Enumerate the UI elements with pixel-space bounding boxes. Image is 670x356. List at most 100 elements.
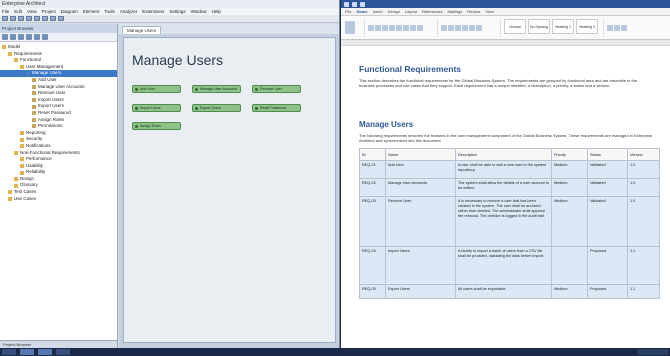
save-icon[interactable] xyxy=(344,1,349,7)
tree-item[interactable]: Manage User Accounts xyxy=(0,84,117,91)
tree-item[interactable]: Import Users xyxy=(0,97,117,104)
tree-item[interactable]: Usability xyxy=(0,163,117,170)
tree-item[interactable]: Reset Password xyxy=(0,110,117,117)
superscript-icon[interactable] xyxy=(403,24,409,31)
tab-layout[interactable]: Layout xyxy=(405,9,417,14)
tree-item[interactable]: Reporting xyxy=(0,130,117,137)
tree-item[interactable]: Export Users xyxy=(0,103,117,110)
highlight-icon[interactable] xyxy=(417,24,423,31)
cut-icon[interactable] xyxy=(26,16,32,21)
menu-help[interactable]: Help xyxy=(212,9,221,14)
subscript-icon[interactable] xyxy=(396,24,402,31)
requirement-element[interactable]: Remove User xyxy=(252,85,301,93)
align-center-icon[interactable] xyxy=(462,24,468,31)
tab-home[interactable]: Home xyxy=(356,9,367,14)
diagram-canvas[interactable]: Manage Users Add User Manage User Accoun… xyxy=(123,37,336,343)
new-package-icon[interactable] xyxy=(2,34,8,40)
tab-manage-users[interactable]: Manage Users xyxy=(122,26,162,34)
tree-item[interactable]: Add User xyxy=(0,77,117,84)
properties-icon[interactable] xyxy=(42,34,48,40)
requirement-element[interactable]: Assign Roles xyxy=(132,122,181,130)
requirement-element[interactable]: Manage User Accounts xyxy=(192,85,241,93)
requirement-element[interactable]: Reset Password xyxy=(252,104,301,112)
redo-icon[interactable] xyxy=(58,16,64,21)
align-left-icon[interactable] xyxy=(455,24,461,31)
menu-edit[interactable]: Edit xyxy=(14,9,22,14)
menu-extensions[interactable]: Extensions xyxy=(142,9,164,14)
menu-tools[interactable]: Tools xyxy=(104,9,115,14)
select-icon[interactable] xyxy=(621,24,627,31)
tree-item[interactable]: Assign Roles xyxy=(0,117,117,124)
tree-item[interactable]: Security xyxy=(0,136,117,143)
paste-icon[interactable] xyxy=(345,21,355,34)
menu-project[interactable]: Project xyxy=(42,9,56,14)
browser-footer-tab[interactable]: Project Browser xyxy=(0,340,117,348)
align-right-icon[interactable] xyxy=(469,24,475,31)
tree-item[interactable]: Non-Functional Requirements xyxy=(0,150,117,157)
bold-icon[interactable] xyxy=(368,24,374,31)
tab-file[interactable]: File xyxy=(345,9,351,14)
find-icon[interactable] xyxy=(607,24,613,31)
italic-icon[interactable] xyxy=(375,24,381,31)
ruler[interactable] xyxy=(341,40,670,46)
menu-analyzer[interactable]: Analyzer xyxy=(120,9,138,14)
style-heading-2[interactable]: Heading 2 xyxy=(576,18,598,34)
style-heading-1[interactable]: Heading 1 xyxy=(552,18,574,34)
style-normal[interactable]: Normal xyxy=(504,18,526,34)
tree-item[interactable]: Reliability xyxy=(0,169,117,176)
style-no-spacing[interactable]: No Spacing xyxy=(528,18,550,34)
move-down-icon[interactable] xyxy=(34,34,40,40)
menu-diagram[interactable]: Diagram xyxy=(61,9,78,14)
menu-element[interactable]: Element xyxy=(83,9,100,14)
copy-icon[interactable] xyxy=(34,16,40,21)
menu-settings[interactable]: Settings xyxy=(169,9,185,14)
start-button[interactable] xyxy=(2,349,16,355)
tab-view[interactable]: View xyxy=(485,9,494,14)
strikethrough-icon[interactable] xyxy=(389,24,395,31)
open-icon[interactable] xyxy=(10,16,16,21)
tab-design[interactable]: Design xyxy=(388,9,400,14)
taskbar-explorer-button[interactable] xyxy=(56,349,70,355)
move-up-icon[interactable] xyxy=(26,34,32,40)
document-page[interactable]: Functional Requirements This section des… xyxy=(349,56,664,348)
save-icon[interactable] xyxy=(18,16,24,21)
tree-item[interactable]: Functional xyxy=(0,57,117,64)
justify-icon[interactable] xyxy=(476,24,482,31)
tree-item[interactable]: Use Cases xyxy=(0,196,117,203)
tab-mailings[interactable]: Mailings xyxy=(448,9,463,14)
tree-item[interactable]: Manage Users xyxy=(0,70,117,77)
numbering-icon[interactable] xyxy=(448,24,454,31)
tree-item[interactable]: Test Cases xyxy=(0,189,117,196)
paste-icon[interactable] xyxy=(42,16,48,21)
undo-icon[interactable] xyxy=(50,16,56,21)
new-diagram-icon[interactable] xyxy=(10,34,16,40)
new-element-icon[interactable] xyxy=(18,34,24,40)
taskbar-ide-button[interactable] xyxy=(20,349,34,355)
menu-window[interactable]: Window xyxy=(191,9,207,14)
tree-item[interactable]: Design xyxy=(0,176,117,183)
tree-item[interactable]: Remove User xyxy=(0,90,117,97)
menu-file[interactable]: File xyxy=(2,9,9,14)
undo-icon[interactable] xyxy=(352,1,357,7)
requirement-element[interactable]: Export Users xyxy=(192,104,241,112)
bullets-icon[interactable] xyxy=(441,24,447,31)
taskbar-word-button[interactable] xyxy=(38,349,52,355)
tab-review[interactable]: Review xyxy=(467,9,480,14)
tab-insert[interactable]: Insert xyxy=(373,9,383,14)
tab-references[interactable]: References xyxy=(422,9,442,14)
tree-item[interactable]: Glossary xyxy=(0,182,117,189)
tree-item[interactable]: User Management xyxy=(0,64,117,71)
new-icon[interactable] xyxy=(2,16,8,21)
menu-view[interactable]: View xyxy=(27,9,37,14)
tree-item[interactable]: Model xyxy=(0,44,117,51)
requirement-element[interactable]: Import Users xyxy=(132,104,181,112)
tree-item[interactable]: Permissions xyxy=(0,123,117,130)
replace-icon[interactable] xyxy=(614,24,620,31)
tree-item[interactable]: Requirements xyxy=(0,51,117,58)
font-color-icon[interactable] xyxy=(410,24,416,31)
tree-item[interactable]: Performance xyxy=(0,156,117,163)
tree-item[interactable]: Notifications xyxy=(0,143,117,150)
underline-icon[interactable] xyxy=(382,24,388,31)
requirement-element[interactable]: Add User xyxy=(132,85,181,93)
redo-icon[interactable] xyxy=(360,1,365,7)
